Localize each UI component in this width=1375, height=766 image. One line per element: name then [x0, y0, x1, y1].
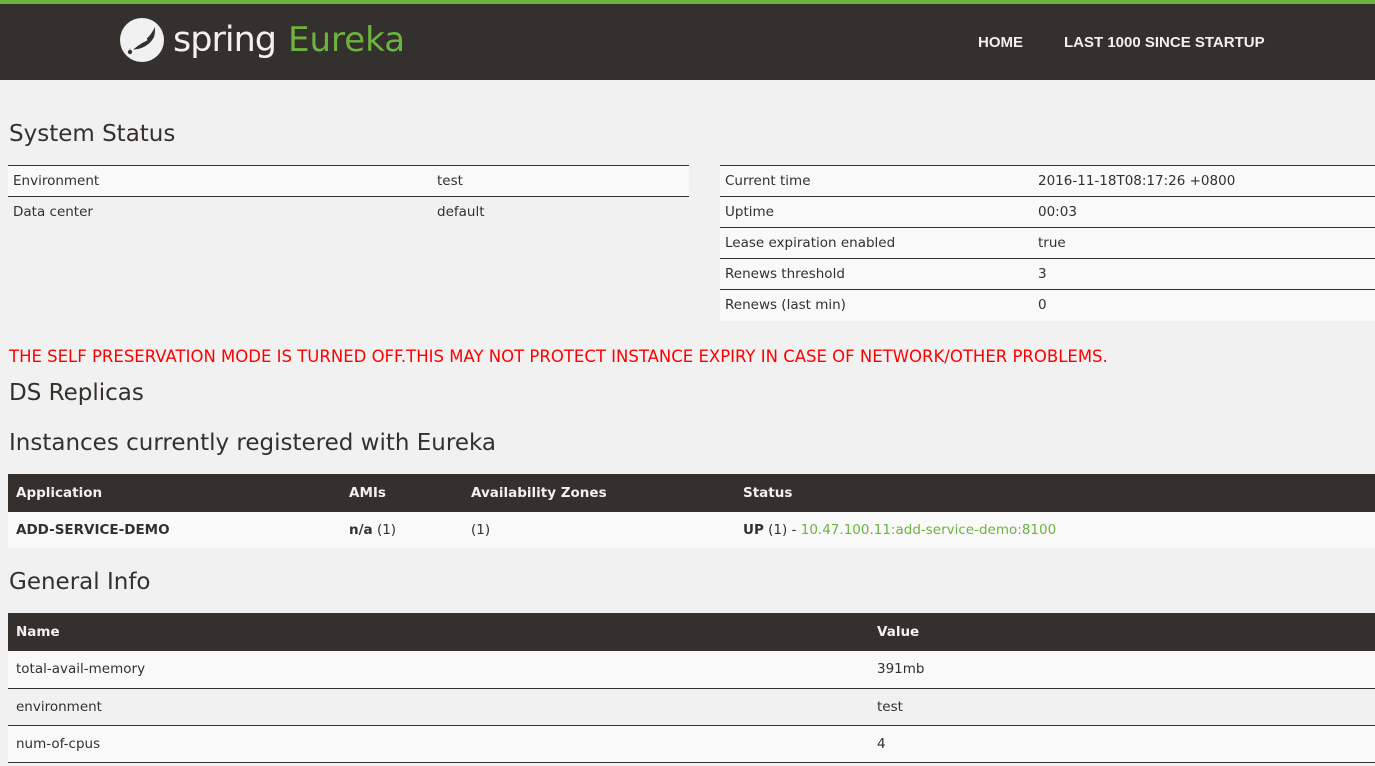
system-status-heading: System Status: [9, 121, 176, 147]
column-header: Application: [8, 474, 341, 512]
table-row: ADD-SERVICE-DEMO n/a (1) (1) UP (1) - 10…: [8, 512, 1375, 548]
info-name: num-of-cpus: [8, 725, 869, 763]
system-status-right-table: Current time 2016-11-18T08:17:26 +0800 U…: [720, 165, 1375, 321]
status-label: Lease expiration enabled: [720, 227, 1033, 259]
zones-cell: (1): [463, 512, 735, 548]
status-row: Current time 2016-11-18T08:17:26 +0800: [720, 165, 1375, 197]
instances-heading: Instances currently registered with Eure…: [9, 430, 496, 456]
general-info-heading: General Info: [9, 569, 151, 595]
brand-spring-text: spring: [173, 20, 277, 60]
status-row: Renews threshold 3: [720, 258, 1375, 290]
status-value: default: [432, 196, 689, 228]
application-name: ADD-SERVICE-DEMO: [16, 522, 170, 538]
status-label: Renews threshold: [720, 258, 1033, 290]
status-cell: UP (1) - 10.47.100.11:add-service-demo:8…: [735, 512, 1375, 548]
brand-logo[interactable]: spring Eureka: [119, 15, 405, 65]
column-header: Status: [735, 474, 1375, 512]
amis-count: (1): [376, 522, 397, 538]
status-row: Data center default: [8, 196, 689, 228]
status-label: Renews (last min): [720, 289, 1033, 321]
amis-value: n/a: [349, 522, 373, 538]
column-header: Name: [8, 613, 869, 651]
status-row: Lease expiration enabled true: [720, 227, 1375, 259]
status-row: Environment test: [8, 165, 689, 197]
table-row: total-avail-memory 391mb: [8, 651, 1375, 689]
status-row: Renews (last min) 0: [720, 289, 1375, 321]
general-info-table: Name Value total-avail-memory 391mb envi…: [8, 613, 1375, 763]
status-row: Uptime 00:03: [720, 196, 1375, 228]
info-value: 391mb: [869, 651, 1375, 689]
column-header: Availability Zones: [463, 474, 735, 512]
table-row: environment test: [8, 688, 1375, 726]
top-navbar: spring Eureka HOME LAST 1000 SINCE START…: [0, 0, 1375, 80]
status-label: Current time: [720, 165, 1033, 197]
status-value: test: [432, 165, 689, 197]
self-preservation-warning: THE SELF PRESERVATION MODE IS TURNED OFF…: [9, 347, 1108, 366]
info-value: 4: [869, 725, 1375, 763]
status-count: (1) -: [768, 522, 797, 538]
instances-table: Application AMIs Availability Zones Stat…: [8, 474, 1375, 548]
nav-home-link[interactable]: HOME: [978, 34, 1023, 51]
status-value: true: [1033, 227, 1375, 259]
spring-leaf-icon: [120, 18, 164, 62]
status-value: 2016-11-18T08:17:26 +0800: [1033, 165, 1375, 197]
status-up: UP: [743, 522, 764, 538]
status-value: 00:03: [1033, 196, 1375, 228]
amis-cell: n/a (1): [341, 512, 463, 548]
nav-last-1000-link[interactable]: LAST 1000 SINCE STARTUP: [1064, 34, 1265, 51]
column-header: Value: [869, 613, 1375, 651]
status-value: 3: [1033, 258, 1375, 290]
info-name: environment: [8, 688, 869, 726]
status-value: 0: [1033, 289, 1375, 321]
status-label: Data center: [8, 196, 432, 228]
instance-link[interactable]: 10.47.100.11:add-service-demo:8100: [801, 522, 1056, 538]
status-label: Uptime: [720, 196, 1033, 228]
info-value: test: [869, 688, 1375, 726]
brand-eureka-text: Eureka: [287, 20, 406, 60]
ds-replicas-heading: DS Replicas: [9, 380, 144, 406]
column-header: AMIs: [341, 474, 463, 512]
table-header-row: Application AMIs Availability Zones Stat…: [8, 474, 1375, 512]
table-row: num-of-cpus 4: [8, 725, 1375, 763]
system-status-left-table: Environment test Data center default: [8, 165, 689, 228]
application-cell: ADD-SERVICE-DEMO: [8, 512, 341, 548]
info-name: total-avail-memory: [8, 651, 869, 689]
table-header-row: Name Value: [8, 613, 1375, 651]
status-label: Environment: [8, 165, 432, 197]
